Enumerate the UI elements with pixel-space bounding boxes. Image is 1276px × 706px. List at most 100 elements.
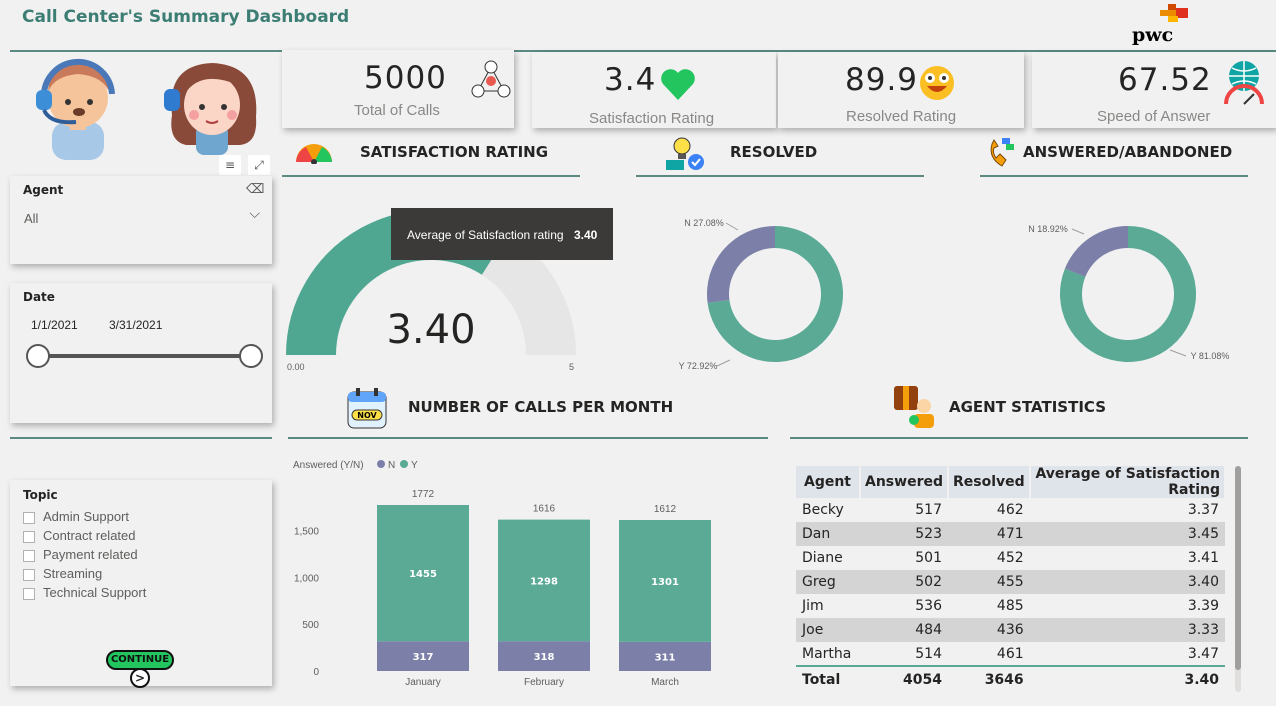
table-row[interactable]: Joe 484 436 3.33 (796, 618, 1225, 642)
agent-stats-section-title: AGENT STATISTICS (949, 398, 1107, 416)
male-agent-avatar (30, 52, 125, 164)
x-tick-label: February (524, 677, 564, 688)
bar-label-n: 318 (534, 652, 555, 663)
cell-satisfaction: 3.33 (1029, 618, 1225, 642)
gauge-tooltip: Average of Satisfaction rating 3.40 (391, 208, 613, 260)
checkbox[interactable] (23, 549, 35, 562)
col-header-agent[interactable]: Agent (796, 466, 861, 498)
col-header-answered[interactable]: Answered (860, 466, 949, 498)
phone-call-icon (990, 138, 1014, 167)
topic-option[interactable]: Technical Support (23, 583, 146, 602)
checkbox[interactable] (23, 530, 35, 543)
table-row[interactable]: Dan 523 471 3.45 (796, 522, 1225, 546)
topic-option[interactable]: Streaming (23, 564, 146, 583)
calls-per-month-chart[interactable]: Answered (Y/N) N Y 0 500 1,000 1,500 317 1455 177… (288, 450, 768, 696)
focus-mode-icon[interactable]: ⤢ (248, 155, 270, 175)
total-label: Total (796, 665, 860, 692)
bar-label-y: 1298 (530, 576, 558, 587)
answered-section-title: ANSWERED/ABANDONED (1023, 143, 1233, 161)
donut-leader-line (1071, 228, 1085, 235)
gauge-icon-small (296, 144, 332, 164)
gauge-min-label: 0.00 (287, 362, 305, 372)
bar-label-n: 311 (655, 652, 676, 663)
table-row[interactable]: Jim 536 485 3.39 (796, 594, 1225, 618)
col-header-resolved[interactable]: Resolved (947, 466, 1031, 498)
cell-resolved: 436 (947, 618, 1030, 642)
date-start[interactable]: 1/1/2021 (31, 318, 78, 332)
date-slider-start-handle[interactable] (26, 344, 50, 368)
y-tick-label: 1,500 (294, 526, 319, 537)
kpi-value: 3.4 (604, 62, 657, 98)
topic-option[interactable]: Payment related (23, 545, 146, 564)
cell-satisfaction: 3.41 (1187, 550, 1219, 566)
continue-button[interactable]: CONTINUE > (106, 650, 176, 688)
bar-total-label: 1616 (533, 504, 556, 515)
cell-satisfaction: 3.37 (1187, 502, 1219, 518)
y-tick-label: 500 (302, 620, 319, 631)
bar-label-y: 1455 (409, 569, 437, 580)
checkbox[interactable] (23, 587, 35, 600)
answered-donut-chart[interactable]: Y 81.08% N 18.92% (1000, 200, 1270, 390)
topic-option[interactable]: Admin Support (23, 507, 146, 526)
col-header-satisfaction[interactable]: Average of Satisfaction Rating (1029, 466, 1227, 498)
cell-agent: Dan (796, 522, 860, 546)
x-tick-label: January (405, 677, 441, 688)
table-scrollbar[interactable] (1235, 466, 1241, 692)
cell-resolved: 485 (996, 598, 1024, 614)
resolved-donut-chart[interactable]: Y 72.92% N 27.08% (660, 200, 900, 390)
kpi-card-total-calls: 5000 Total of Calls (282, 50, 514, 128)
cell-satisfaction: 3.40 (1029, 570, 1225, 594)
cell-satisfaction: 3.45 (1029, 522, 1225, 546)
cell-resolved: 471 (947, 522, 1030, 546)
agent-slicer-label: Agent (23, 183, 64, 197)
answered-divider (980, 175, 1248, 177)
donut-slice-N[interactable] (1064, 226, 1128, 277)
female-agent-avatar (160, 55, 265, 159)
kpi-value: 5000 (364, 60, 447, 96)
calls-month-section-title: NUMBER OF CALLS PER MONTH (408, 398, 674, 416)
legend-title: Answered (Y/N) (293, 460, 364, 471)
table-row[interactable]: Greg 502 455 3.40 (796, 570, 1225, 594)
donut-label-N: N 18.92% (1028, 224, 1068, 234)
heart-icon (661, 69, 695, 100)
cell-answered: 517 (915, 502, 942, 518)
date-slider-track[interactable] (38, 354, 252, 358)
filter-icon[interactable]: ≡ (219, 155, 241, 175)
table-row[interactable]: Diane 501 452 3.41 (796, 546, 1225, 570)
legend-label-n: N (388, 460, 395, 471)
checkbox[interactable] (23, 511, 35, 524)
table-row[interactable]: Becky 517 462 3.37 (796, 498, 1225, 522)
kpi-label: Total of Calls (354, 102, 440, 119)
arrow-right-icon: > (130, 668, 150, 688)
legend-marker-y (400, 460, 408, 468)
cell-resolved: 461 (996, 645, 1024, 662)
cell-resolved: 455 (947, 570, 1030, 594)
table-row[interactable]: Martha 514 461 3.47 (796, 642, 1225, 666)
agent-dropdown-value: All (24, 211, 39, 226)
svg-text:NOV: NOV (357, 411, 377, 420)
total-satisfaction: 3.40 (1029, 665, 1225, 692)
legend-label-y: Y (411, 460, 418, 471)
agent-icon (894, 386, 934, 428)
date-slider-end-handle[interactable] (239, 344, 263, 368)
gauge-max-label: 5 (569, 362, 574, 372)
eraser-icon[interactable]: ⌫ (246, 182, 264, 197)
topic-slicer-label: Topic (23, 488, 58, 502)
cell-answered: 484 (860, 618, 948, 642)
table-scrollbar-thumb[interactable] (1235, 466, 1241, 670)
agent-slicer: Agent ⌫ All ⌵ (10, 176, 272, 264)
topic-option[interactable]: Contract related (23, 526, 146, 545)
cell-resolved: 462 (996, 502, 1024, 518)
agent-dropdown[interactable]: All ⌵ (24, 206, 260, 232)
bar-label-y: 1301 (651, 577, 679, 588)
kpi-card-resolved: 89.9 Resolved Rating (778, 52, 1024, 128)
continue-label: CONTINUE (106, 650, 174, 670)
satisfaction-section-title: SATISFACTION RATING (360, 143, 549, 161)
date-end[interactable]: 3/31/2021 (109, 318, 162, 332)
donut-label-Y: Y 72.92% (679, 361, 718, 371)
gauge-icon (1224, 61, 1264, 105)
calendar-icon: NOV (347, 388, 387, 429)
donut-slice-N[interactable] (707, 226, 775, 303)
checkbox[interactable] (23, 568, 35, 581)
legend-marker-n (377, 460, 385, 468)
